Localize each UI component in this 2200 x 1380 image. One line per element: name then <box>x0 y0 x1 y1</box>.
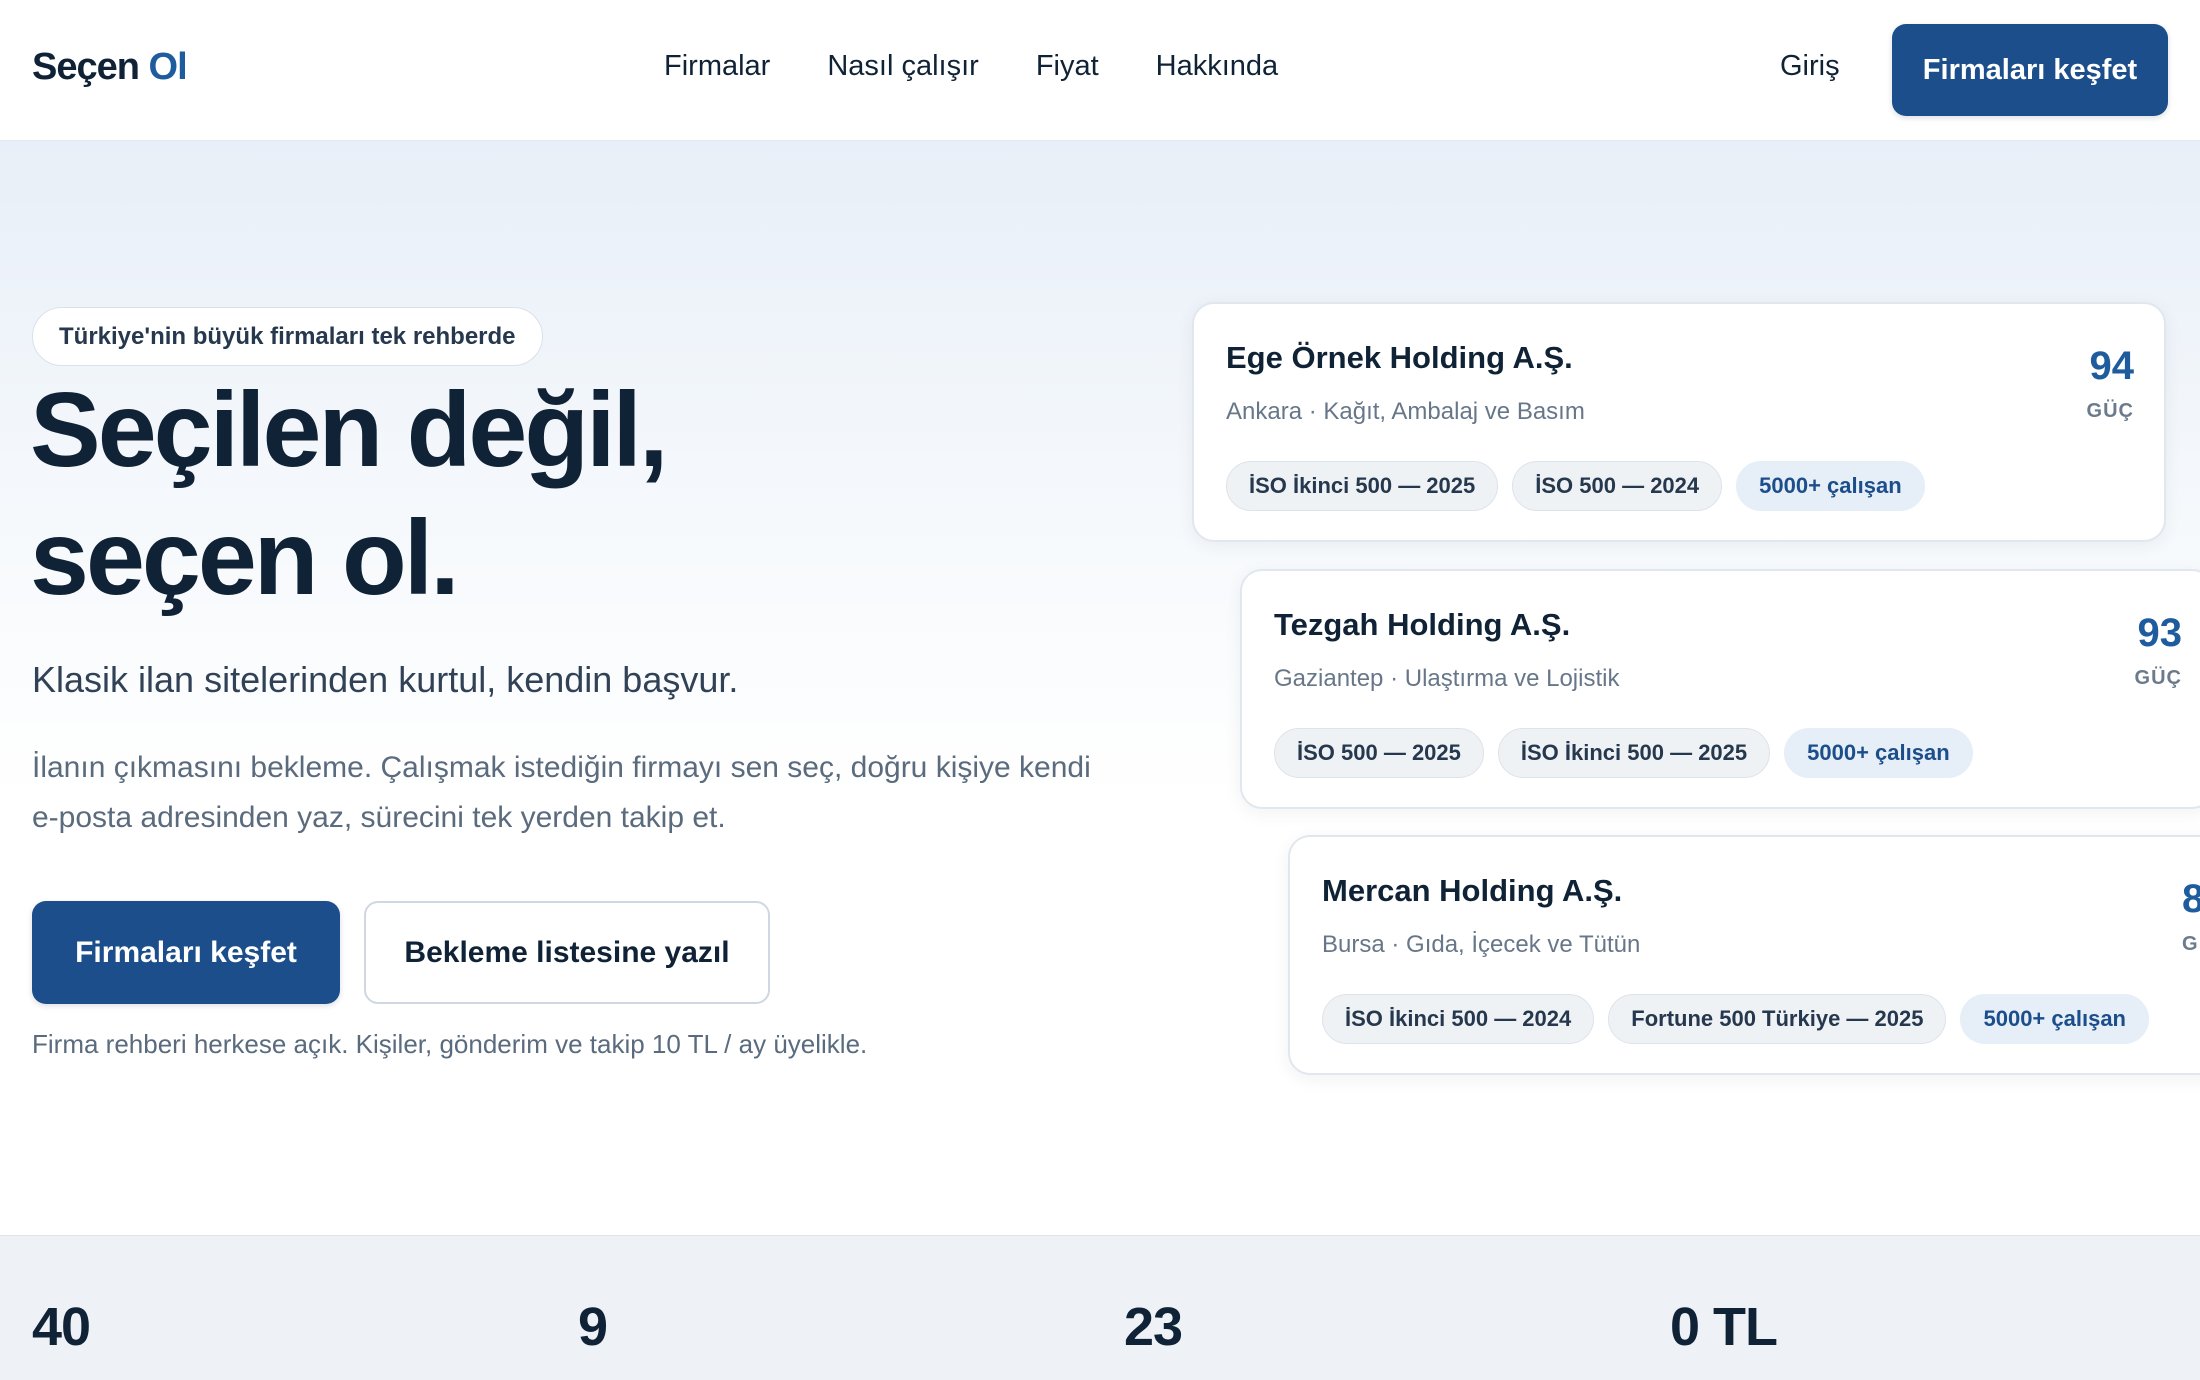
company-card[interactable]: Mercan Holding A.Ş. Bursa · Gıda, İçecek… <box>1288 835 2200 1075</box>
stat-item: 9 <box>578 1296 1078 1358</box>
company-card[interactable]: Tezgah Holding A.Ş. Gaziantep · Ulaştırm… <box>1240 569 2200 809</box>
score-value: 94 <box>2089 344 2135 388</box>
company-tags: İSO İkinci 500 — 2024 Fortune 500 Türkiy… <box>1322 994 2149 1044</box>
stat-item: 0 TL <box>1670 1296 2170 1358</box>
company-tag: İSO İkinci 500 — 2025 <box>1497 728 1771 778</box>
hero-description: İlanın çıkmasını bekleme. Çalışmak isted… <box>32 751 1091 834</box>
stat-value: 0 TL <box>1670 1297 1778 1357</box>
logo[interactable]: Seçen Ol <box>32 46 188 89</box>
site-header: Seçen Ol Firmalar Nasıl çalışır Fiyat Ha… <box>0 0 2200 141</box>
company-tag: Fortune 500 Türkiye — 2025 <box>1608 994 1947 1044</box>
score-label: G <box>2182 933 2199 955</box>
nav-item-firmalar[interactable]: Firmalar <box>664 50 770 83</box>
company-tags: İSO İkinci 500 — 2025 İSO 500 — 2024 500… <box>1226 461 1925 511</box>
stat-item: 40 <box>32 1296 532 1358</box>
company-name: Mercan Holding A.Ş. <box>1322 873 1623 908</box>
stats-section: 40 9 23 0 TL <box>0 1235 2200 1380</box>
hero-explore-button[interactable]: Firmaları keşfet <box>32 901 340 1004</box>
waitlist-button[interactable]: Bekleme listesine yazıl <box>364 901 770 1004</box>
header-explore-button[interactable]: Firmaları keşfet <box>1892 24 2168 116</box>
login-link[interactable]: Giriş <box>1780 50 1840 83</box>
stat-item: 23 <box>1124 1296 1624 1358</box>
company-tag: İSO İkinci 500 — 2025 <box>1226 461 1499 511</box>
company-name: Ege Örnek Holding A.Ş. <box>1226 340 1573 375</box>
score-value: 8 <box>2182 877 2200 921</box>
company-tag: İSO 500 — 2025 <box>1274 728 1484 778</box>
company-meta: Gaziantep · Ulaştırma ve Lojistik <box>1274 665 1620 692</box>
stat-value: 23 <box>1124 1297 1183 1357</box>
score-label: GÜÇ <box>2086 400 2134 422</box>
stat-value: 9 <box>578 1297 608 1357</box>
company-score: 93 GÜÇ <box>2135 611 2182 690</box>
stat-value: 40 <box>32 1297 91 1357</box>
hero-title: Seçilen değil, seçen ol. <box>30 366 1030 622</box>
hero-note: Firma rehberi herkese açık. Kişiler, gön… <box>32 1029 868 1059</box>
hero-pill: Türkiye'nin büyük firmaları tek rehberde <box>32 307 543 366</box>
logo-primary: Seçen <box>32 46 140 88</box>
score-value: 93 <box>2137 611 2183 655</box>
company-tag: İSO İkinci 500 — 2024 <box>1322 994 1595 1044</box>
main-nav: Firmalar Nasıl çalışır Fiyat Hakkında <box>664 50 1278 83</box>
company-card[interactable]: Ege Örnek Holding A.Ş. Ankara · Kağıt, A… <box>1192 302 2166 542</box>
score-label: GÜÇ <box>2134 667 2182 689</box>
nav-item-nasil-calisir[interactable]: Nasıl çalışır <box>827 50 978 83</box>
hero-title-line-2: seçen ol. <box>30 499 460 617</box>
company-tag: İSO 500 — 2024 <box>1512 461 1723 511</box>
company-score: 94 GÜÇ <box>2087 344 2134 423</box>
company-name: Tezgah Holding A.Ş. <box>1274 607 1571 642</box>
company-score: 8 G <box>2182 877 2200 956</box>
hero-title-line-1: Seçilen değil, <box>30 371 668 489</box>
nav-item-fiyat[interactable]: Fiyat <box>1036 50 1099 83</box>
company-meta: Bursa · Gıda, İçecek ve Tütün <box>1322 931 1641 958</box>
company-meta: Ankara · Kağıt, Ambalaj ve Basım <box>1226 398 1585 425</box>
nav-item-hakkinda[interactable]: Hakkında <box>1156 50 1279 83</box>
employee-count-tag: 5000+ çalışan <box>1784 728 1973 778</box>
company-tags: İSO 500 — 2025 İSO İkinci 500 — 2025 500… <box>1274 728 1973 778</box>
employee-count-tag: 5000+ çalışan <box>1960 994 2149 1044</box>
hero-section: Türkiye'nin büyük firmaları tek rehberde… <box>0 141 2200 1235</box>
employee-count-tag: 5000+ çalışan <box>1736 461 1925 511</box>
hero-subtitle: Klasik ilan sitelerinden kurtul, kendin … <box>32 659 739 700</box>
logo-accent: Ol <box>148 46 188 88</box>
